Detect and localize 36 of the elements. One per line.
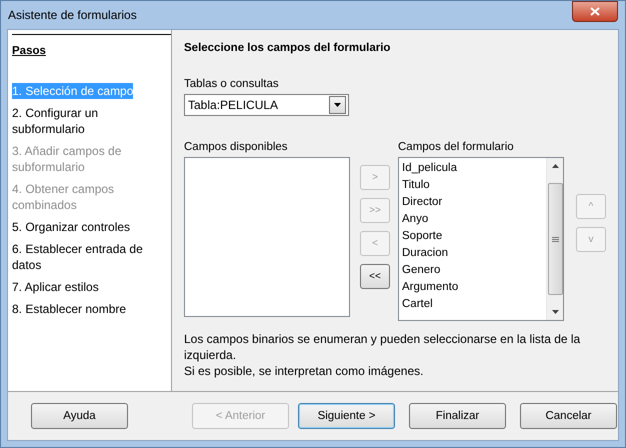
list-label: Campos disponibles [184, 141, 289, 153]
window-title: Asistente de formularios [7, 8, 137, 22]
step-item[interactable]: 5. Organizar controles [12, 219, 130, 235]
step-item[interactable]: 2. Configurar un subformulario [12, 105, 169, 137]
list-item[interactable]: Titulo [402, 177, 546, 194]
close-icon [590, 6, 600, 16]
list-item[interactable]: Director [402, 194, 546, 211]
list-item[interactable]: Id_pelicula [402, 160, 546, 177]
table-dropdown[interactable]: Tabla:PELICULA [184, 94, 349, 116]
step-item[interactable]: 7. Aplicar estilos [12, 279, 99, 295]
info-text: Los campos binarios se enumeran y pueden seleccionarse en la lista de la izquierda. [184, 331, 582, 363]
move-button[interactable]: << [360, 264, 390, 289]
list-item[interactable]: Anyo [402, 211, 546, 228]
list-item[interactable]: Genero [402, 262, 546, 279]
dialog-button[interactable]: Ayuda [31, 403, 128, 429]
step-item[interactable]: 6. Establecer entrada de datos [12, 241, 169, 273]
section-heading: Seleccione los campos del formulario [184, 42, 390, 54]
step-item[interactable]: 8. Establecer nombre [12, 301, 126, 317]
dialog-button[interactable]: Finalizar [409, 403, 506, 429]
scrollbar-thumb[interactable] [548, 183, 562, 295]
scroll-up-icon[interactable] [552, 164, 558, 168]
list-item[interactable]: Argumento [402, 279, 546, 296]
list-item[interactable]: Duracion [402, 245, 546, 262]
steps-title: Pasos [12, 45, 46, 57]
list-item[interactable]: Cartel [402, 296, 546, 313]
dialog-button[interactable]: Cancelar [520, 403, 617, 429]
scroll-down-icon[interactable] [552, 310, 558, 314]
list-label: Campos del formulario [398, 141, 515, 153]
list-item[interactable]: Soporte [402, 228, 546, 245]
field-label: Tablas o consultas [184, 78, 279, 90]
info-text: Si es posible, se interpretan como imágenes. [184, 363, 424, 379]
available-fields-list[interactable] [184, 157, 350, 317]
close-button[interactable] [572, 0, 618, 22]
dropdown-arrow-icon [334, 103, 341, 107]
dialog-button[interactable]: Siguiente > [298, 403, 395, 429]
form-fields-list[interactable]: Id_pelicula Titulo Director Anyo Soporte Duracion Genero Argumento Cartel [398, 157, 564, 321]
